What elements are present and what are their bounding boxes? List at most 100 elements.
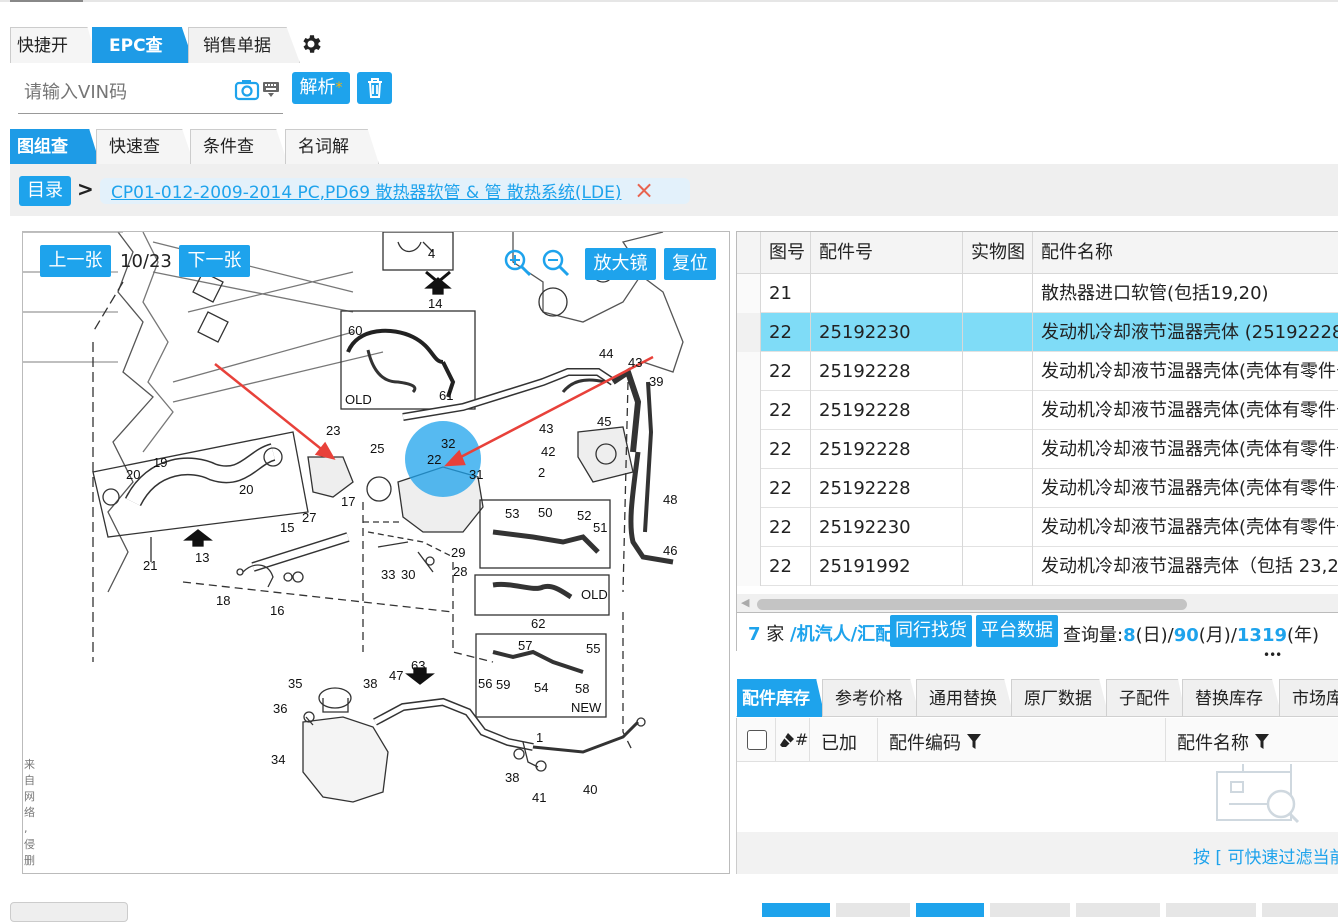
header-part-no[interactable]: 配件号 xyxy=(811,232,963,274)
tab-sub-parts[interactable]: 子配件 xyxy=(1106,679,1186,717)
zoom-in-icon[interactable] xyxy=(503,248,533,278)
prev-image-button[interactable]: 上一张 xyxy=(40,245,111,277)
horizontal-scrollbar[interactable]: ◀ xyxy=(737,594,1338,612)
table-row[interactable]: 21 散热器进口软管(包括19,20) xyxy=(737,274,1338,313)
supplier-sources[interactable]: /机汽人/汇配 xyxy=(790,624,893,645)
platform-data-button[interactable]: 平台数据 xyxy=(976,615,1058,647)
header-photo[interactable]: 实物图 xyxy=(963,232,1033,274)
col-divider xyxy=(877,718,878,762)
cell-fig-no: 22 xyxy=(761,430,811,469)
magnifier-button[interactable]: 放大镜 xyxy=(585,248,656,280)
cell-part-no: 25192228 xyxy=(811,469,963,508)
tab-universal-replace[interactable]: 通用替换 xyxy=(916,679,1014,717)
keyboard-icon[interactable] xyxy=(262,80,280,98)
callout-16: 16 xyxy=(270,603,284,618)
cell-part-no: 25192230 xyxy=(811,508,963,547)
callout-43b: 43 xyxy=(539,421,553,436)
camera-icon[interactable] xyxy=(234,78,260,102)
callout-51: 51 xyxy=(593,520,607,535)
close-icon[interactable]: × xyxy=(634,176,654,204)
table-row[interactable]: 22 25192228 发动机冷却液节温器壳体(壳体有零件号5 xyxy=(737,430,1338,469)
breadcrumb-path-link[interactable]: CP01-012-2009-2014 PC,PD69 散热器软管 & 管 散热系… xyxy=(111,178,621,203)
tab-fast-query[interactable]: 快速查询 xyxy=(96,129,194,164)
callout-old-2: OLD xyxy=(581,587,608,602)
filter-icon[interactable] xyxy=(966,733,981,755)
table-row[interactable]: 22 25192228 发动机冷却液节温器壳体(壳体有零件号5 xyxy=(737,469,1338,508)
cell-photo xyxy=(963,430,1033,469)
header-added[interactable]: 已加 xyxy=(821,729,857,755)
callout-20a: 20 xyxy=(126,467,140,482)
parse-button[interactable]: 解析* xyxy=(292,72,350,104)
cell-fig-no: 21 xyxy=(761,274,811,313)
tab-parts-stock[interactable]: 配件库存 xyxy=(737,679,825,717)
side-note-char: 来 xyxy=(24,758,35,771)
table-row[interactable]: 22 25192228 发动机冷却液节温器壳体(壳体有零件号5 xyxy=(737,352,1338,391)
cell-photo xyxy=(963,313,1033,352)
scrollbar-thumb[interactable] xyxy=(757,599,1187,610)
callout-32: 32 xyxy=(441,436,455,451)
stock-table: # 已加 配件编码 配件名称 按 [ 可快速过滤当前 xyxy=(736,718,1338,874)
cell-part-no: 25192228 xyxy=(811,352,963,391)
side-note-char: 网 xyxy=(24,790,35,803)
table-row[interactable]: 22 25192230 发动机冷却液节温器壳体(壳体有零件号5 xyxy=(737,508,1338,547)
callout-33: 33 xyxy=(381,567,395,582)
header-fig-no[interactable]: 图号 xyxy=(761,232,811,274)
table-row[interactable]: 22 25191992 发动机冷却液节温器壳体（包括 23,25-3 xyxy=(737,547,1338,586)
select-all-checkbox[interactable] xyxy=(747,730,767,750)
cell-photo xyxy=(963,391,1033,430)
side-note-char: 侵 xyxy=(24,838,35,851)
tab-reference-price[interactable]: 参考价格 xyxy=(822,679,920,717)
gear-icon[interactable] xyxy=(299,32,323,56)
callout-42: 42 xyxy=(541,444,555,459)
query-month: 90 xyxy=(1173,625,1199,646)
next-image-button[interactable]: 下一张 xyxy=(179,245,250,277)
tab-replace-stock[interactable]: 替换库存 xyxy=(1182,679,1282,717)
tab-sales-docs[interactable]: 销售单据 ▾ xyxy=(188,27,300,63)
peer-search-button[interactable]: 同行找货 xyxy=(890,615,972,647)
row-marker xyxy=(737,352,761,391)
cell-photo xyxy=(963,274,1033,313)
header-part-code[interactable]: 配件编码 xyxy=(889,729,981,755)
query-month-unit: (月)/ xyxy=(1198,625,1237,646)
callout-52: 52 xyxy=(577,508,591,523)
breadcrumb-root-button[interactable]: 目录 xyxy=(19,176,71,206)
table-row[interactable]: 22 25192228 发动机冷却液节温器壳体(壳体有零件号5 xyxy=(737,391,1338,430)
tab-epc-query[interactable]: EPC查询 xyxy=(92,27,194,63)
diagram-panel[interactable]: 4 14 60 61 OLD 44 43 39 23 25 32 22 31 4… xyxy=(22,231,730,874)
header-part-name[interactable]: 配件名称 xyxy=(1033,232,1338,274)
tab-quick-order[interactable]: 快捷开单 xyxy=(10,27,98,63)
delete-button[interactable] xyxy=(357,72,392,104)
zoom-out-icon[interactable] xyxy=(541,248,571,278)
reset-button[interactable]: 复位 xyxy=(664,248,716,280)
more-dots-icon[interactable]: ••• xyxy=(1263,648,1282,662)
callout-39: 39 xyxy=(649,374,663,389)
tab-condition-query[interactable]: 条件查询 xyxy=(190,129,288,164)
bottom-left-button-partial[interactable] xyxy=(10,902,128,922)
cell-part-name: 发动机冷却液节温器壳体(壳体有零件号5 xyxy=(1041,517,1338,538)
header-part-name-2[interactable]: 配件名称 xyxy=(1177,729,1269,755)
callout-55: 55 xyxy=(586,641,600,656)
tab-diagram-query[interactable]: 图组查询 xyxy=(10,129,100,164)
top-divider xyxy=(0,0,1338,2)
cell-part-name: 散热器进口软管(包括19,20) xyxy=(1041,283,1269,304)
callout-43: 43 xyxy=(628,355,642,370)
callout-54: 54 xyxy=(534,680,548,695)
callout-28: 28 xyxy=(453,564,467,579)
callout-30: 30 xyxy=(401,567,415,582)
tab-oem-data[interactable]: 原厂数据 xyxy=(1011,679,1109,717)
scroll-left-arrow[interactable]: ◀ xyxy=(741,596,749,609)
tab-market-stock[interactable]: 市场库 xyxy=(1279,679,1338,717)
callout-21: 21 xyxy=(143,558,157,573)
cell-part-no xyxy=(811,274,963,313)
side-note-char: 络 xyxy=(24,806,35,819)
table-row[interactable]: 2225192230 发动机冷却液节温器壳体 (25192228*25 xyxy=(737,313,1338,352)
tab-glossary[interactable]: 名词解释 xyxy=(285,129,379,164)
callout-58: 58 xyxy=(575,681,589,696)
callout-14: 14 xyxy=(428,296,442,311)
eraser-icon[interactable] xyxy=(779,732,795,748)
filter-icon[interactable] xyxy=(1254,733,1269,755)
supplier-count: 7 家 /机汽人/汇配 xyxy=(748,620,893,646)
page-indicator: 10/23 xyxy=(120,251,172,272)
callout-18: 18 xyxy=(216,593,230,608)
cell-fig-no: 22 xyxy=(761,391,811,430)
